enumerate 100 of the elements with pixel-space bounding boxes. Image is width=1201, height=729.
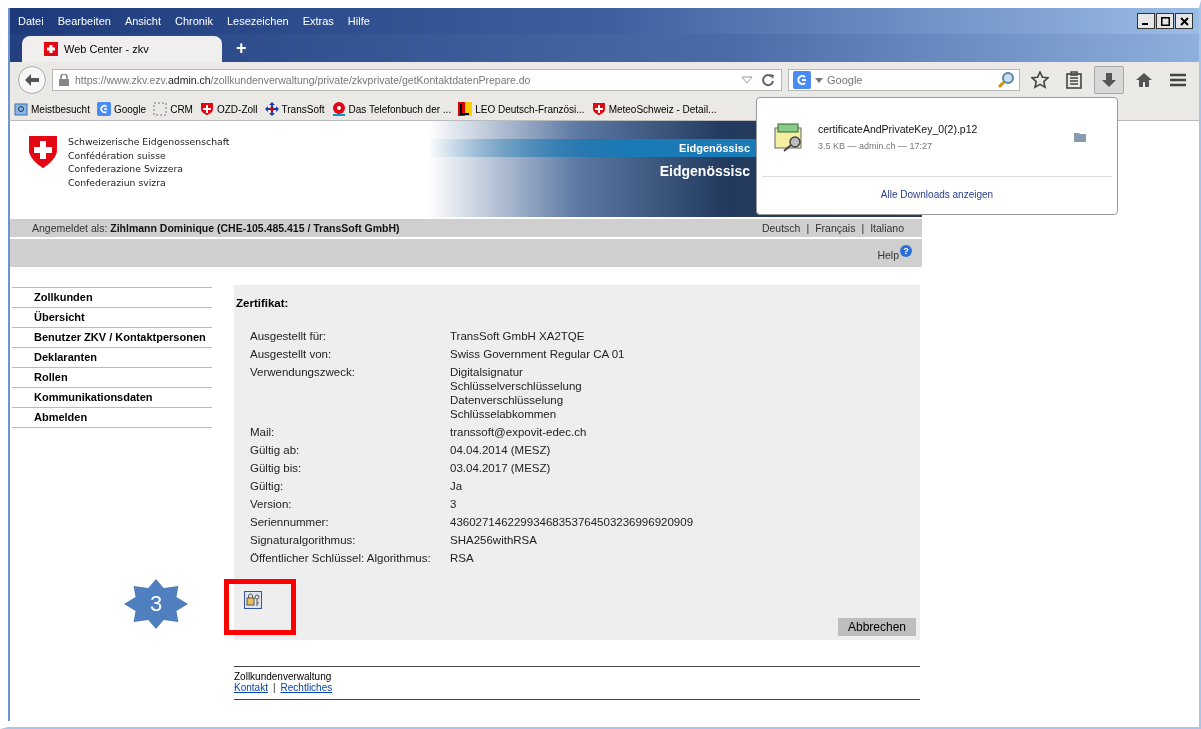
field-value: 04.04.2014 (MESZ) (450, 443, 552, 457)
menu-item[interactable]: Ansicht (124, 15, 161, 27)
sidebar-item[interactable]: Abmelden (12, 408, 212, 428)
page-icon (153, 102, 168, 116)
folder-icon (14, 102, 28, 116)
footer-title: Zollkundenverwaltung (234, 671, 333, 682)
section-title: Zertifikat: (236, 297, 290, 309)
back-button[interactable] (18, 66, 46, 94)
banner-text: Eidgenössisc (679, 142, 750, 154)
highlight-frame (224, 579, 296, 635)
show-all-downloads-link[interactable]: Alle Downloads anzeigen (880, 189, 994, 200)
new-tab-button[interactable]: + (236, 38, 247, 62)
swiss-shield-icon (28, 135, 58, 169)
field-label: Öffentlicher Schlüssel: Algorithmus: (250, 551, 432, 565)
sidebar-item[interactable]: Kommunikationsdaten (12, 388, 212, 408)
field-label: Gültig ab: (250, 443, 301, 457)
help-icon[interactable]: ? (900, 245, 912, 257)
reload-icon[interactable] (761, 73, 775, 87)
circle-icon (331, 102, 346, 116)
field-value: Ja (450, 479, 464, 493)
confederation-name: Schweizerische Eidgenossenschaft (68, 135, 230, 149)
separator: | (272, 682, 276, 693)
field-label: Seriennummer: (250, 515, 330, 529)
field-value: Datenverschlüsselung (450, 393, 565, 407)
field-label: Gültig bis: (250, 461, 303, 475)
url-text: /zollkundenverwaltung/private/zkvprivate/getKontaktdatenPrepare.do (210, 74, 531, 86)
maximize-button[interactable] (1156, 13, 1174, 29)
field-value: 03.04.2017 (MESZ) (450, 461, 552, 475)
field-value: 3 (450, 497, 458, 511)
menu-item[interactable]: Lesezeichen (226, 15, 289, 27)
separator: | (806, 222, 810, 234)
search-bar[interactable]: Google (788, 69, 1020, 91)
flag-icon (458, 102, 473, 116)
back-arrow-icon (24, 73, 40, 87)
field-label: Mail: (250, 425, 276, 439)
swiss-shield-icon (199, 102, 214, 116)
field-label: Version: (250, 497, 293, 511)
sidebar-item[interactable]: Übersicht (12, 308, 212, 328)
field-value: RSA (450, 551, 475, 565)
download-filename[interactable]: certificateAndPrivateKey_0(2).p12 (818, 123, 1062, 135)
language-link[interactable]: Italiano (870, 222, 904, 234)
menu-item[interactable]: Extras (302, 15, 334, 27)
maximize-icon (1160, 16, 1170, 26)
sidebar-item[interactable]: Rollen (12, 368, 212, 388)
search-engine-icon[interactable] (793, 71, 811, 89)
sidebar-item[interactable]: Zollkunden (12, 288, 212, 308)
menu-item[interactable]: Chronik (175, 15, 213, 27)
menu-item[interactable]: Hilfe (347, 15, 370, 27)
swiss-cross-icon (44, 42, 58, 56)
field-label: Ausgestellt für: (250, 329, 328, 343)
address-bar[interactable]: https://www.zkv.ezv.admin.ch/zollkundenverwaltung/private/zkvprivate/getKontaktdatenPrepare.do (52, 69, 782, 91)
download-arrow-icon (1101, 72, 1117, 88)
language-link[interactable]: Deutsch (761, 222, 801, 234)
bookmark-item[interactable]: MeteoSchweiz - Detail... (591, 102, 717, 116)
field-value: Schlüsselverschlüsselung (450, 379, 583, 393)
confederation-name: Confederaziun svizra (68, 175, 167, 189)
confederation-name: Confédération suisse (68, 148, 167, 162)
browser-tab[interactable]: Web Center - zkv (22, 36, 222, 62)
bookmark-item[interactable]: Das Telefonbuch der ... (331, 102, 452, 116)
sidebar-item[interactable]: Deklaranten (12, 348, 212, 368)
close-icon (1179, 16, 1189, 26)
download-button[interactable] (1094, 66, 1124, 94)
search-engine-icon (96, 102, 111, 116)
lock-icon (59, 74, 69, 86)
sidebar-item[interactable]: Benutzer ZKV / Kontaktpersonen (12, 328, 212, 348)
help-link[interactable]: Help (877, 245, 899, 261)
folder-icon[interactable] (1074, 132, 1086, 142)
close-button[interactable] (1175, 13, 1193, 29)
minimize-button[interactable] (1137, 13, 1155, 29)
bookmark-item[interactable]: OZD-Zoll (199, 102, 258, 116)
download-details: 3.5 KB — admin.ch — 17:27 (818, 141, 934, 151)
banner-title: Eidgenössisc (659, 163, 750, 179)
bookmark-item[interactable]: LEO Deutsch-Französi... (458, 102, 585, 116)
field-value: SHA256withRSA (450, 533, 538, 547)
url-text: https://www.zkv.ezv. (75, 74, 168, 86)
url-text: admin.ch (167, 74, 211, 86)
dropdown-icon[interactable] (815, 77, 823, 83)
field-label: Gültig: (250, 479, 285, 493)
field-value: transsoft@expovit-edec.ch (450, 425, 588, 439)
field-value: 43602714622993468353764503236996920909 (450, 515, 695, 529)
bookmark-item[interactable]: Google (96, 102, 147, 116)
confederation-name: Confederazione Svizzera (68, 162, 184, 176)
search-icon[interactable] (997, 71, 1015, 89)
bookmark-item[interactable]: Meistbesucht (14, 102, 90, 116)
footer-link[interactable]: Kontakt (234, 682, 268, 693)
field-label: Verwendungszweck: (250, 365, 356, 380)
certificate-icon[interactable] (244, 591, 262, 609)
login-info: Angemeldet als: Zihlmann Dominique (CHE-105.485.415 / TransSoft GmbH) (32, 222, 400, 234)
step-badge: 3 (124, 579, 188, 629)
bookmark-item[interactable]: CRM (153, 102, 193, 116)
arrows-icon (264, 102, 279, 116)
bookmark-item[interactable]: TransSoft (264, 102, 325, 116)
cancel-button[interactable]: Abbrechen (837, 618, 916, 636)
menu-item[interactable]: Datei (18, 15, 44, 27)
footer-link[interactable]: Rechtliches (280, 682, 333, 693)
menu-item[interactable]: Bearbeiten (57, 15, 111, 27)
language-link[interactable]: Français (815, 222, 856, 234)
field-value: TransSoft GmbH XA2TQE (450, 329, 586, 343)
dropdown-icon[interactable] (741, 76, 753, 84)
field-label: Ausgestellt von: (250, 347, 333, 361)
